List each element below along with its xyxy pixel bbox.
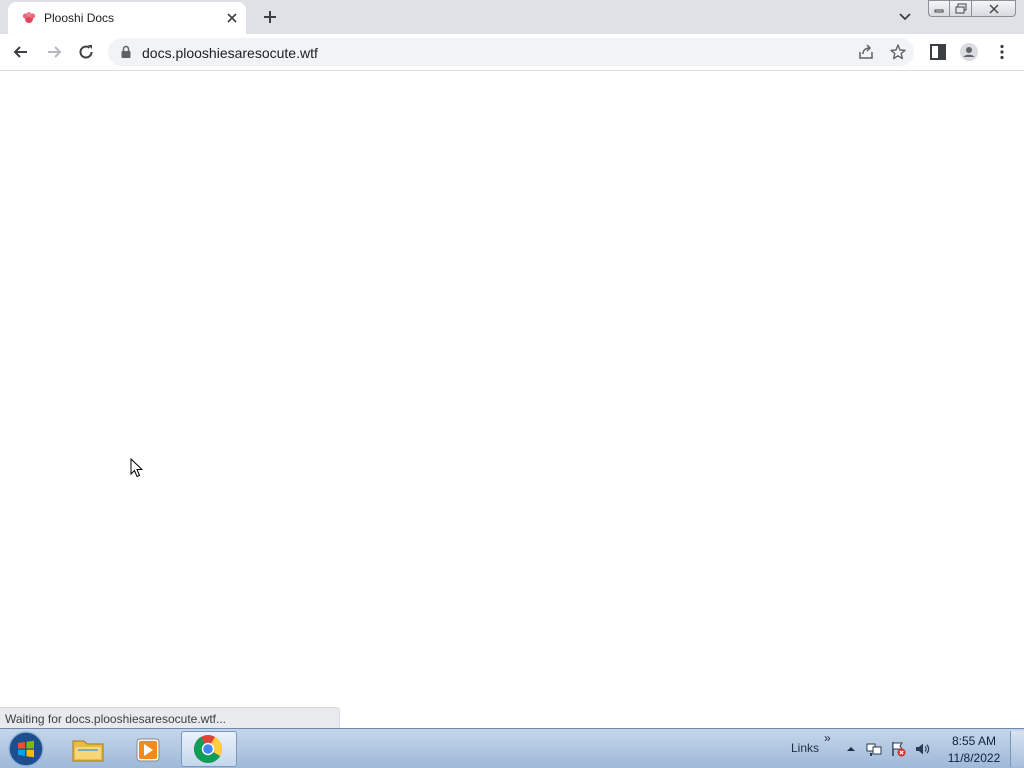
links-chevron-icon[interactable]: » bbox=[824, 731, 831, 745]
file-explorer-icon bbox=[72, 740, 104, 762]
show-desktop-button[interactable] bbox=[1010, 731, 1024, 767]
close-icon bbox=[989, 4, 998, 13]
chevron-down-icon[interactable] bbox=[896, 8, 914, 26]
tab-strip: Plooshi Docs bbox=[0, 0, 1024, 34]
tab-plooshi-docs[interactable]: Plooshi Docs bbox=[8, 2, 246, 34]
url-text[interactable]: docs.plooshiesaresocute.wtf bbox=[142, 45, 318, 61]
forward-arrow-icon[interactable] bbox=[44, 42, 64, 62]
tray-expand-icon[interactable] bbox=[843, 741, 859, 757]
volume-icon[interactable] bbox=[914, 741, 930, 757]
tab-title: Plooshi Docs bbox=[44, 11, 115, 25]
star-icon[interactable] bbox=[889, 43, 907, 61]
network-icon[interactable] bbox=[866, 741, 882, 757]
taskbar-item-file-explorer[interactable] bbox=[60, 731, 116, 767]
chrome-icon bbox=[194, 735, 222, 763]
media-player-icon bbox=[136, 738, 160, 762]
taskbar-item-chrome[interactable] bbox=[181, 731, 237, 767]
window-controls bbox=[928, 0, 1018, 17]
side-panel-icon[interactable] bbox=[928, 42, 948, 62]
tab-close-icon[interactable] bbox=[224, 10, 240, 26]
start-orb-icon[interactable] bbox=[6, 730, 46, 768]
share-icon[interactable] bbox=[857, 43, 875, 61]
browser-toolbar: docs.plooshiesaresocute.wtf bbox=[0, 34, 1024, 71]
links-toolbar-label[interactable]: Links bbox=[791, 741, 819, 755]
taskbar: Links » 8:55 AM 11/8/2022 bbox=[0, 728, 1024, 768]
status-text: Waiting for docs.plooshiesaresocute.wtf.… bbox=[5, 712, 226, 726]
taskbar-item-media-player[interactable] bbox=[120, 731, 176, 767]
minimize-icon bbox=[934, 9, 944, 12]
plus-icon[interactable] bbox=[260, 7, 280, 27]
window-close-button[interactable] bbox=[972, 0, 1016, 17]
status-bubble: Waiting for docs.plooshiesaresocute.wtf.… bbox=[0, 707, 340, 728]
flower-favicon-icon bbox=[22, 12, 36, 23]
profile-icon[interactable] bbox=[959, 42, 979, 62]
restore-button[interactable] bbox=[950, 0, 972, 17]
mouse-cursor-icon bbox=[130, 458, 144, 478]
restore-icon bbox=[955, 3, 966, 14]
reload-icon[interactable] bbox=[76, 42, 96, 62]
minimize-button[interactable] bbox=[928, 0, 950, 17]
menu-dots-icon[interactable] bbox=[992, 42, 1012, 62]
lock-icon[interactable] bbox=[120, 45, 132, 59]
back-arrow-icon[interactable] bbox=[11, 42, 31, 62]
address-bar[interactable]: docs.plooshiesaresocute.wtf bbox=[108, 38, 914, 66]
clock-date[interactable]: 11/8/2022 bbox=[946, 751, 1002, 765]
clock-time[interactable]: 8:55 AM bbox=[950, 734, 998, 748]
page-content[interactable] bbox=[0, 71, 1024, 728]
action-center-icon[interactable] bbox=[890, 741, 906, 757]
